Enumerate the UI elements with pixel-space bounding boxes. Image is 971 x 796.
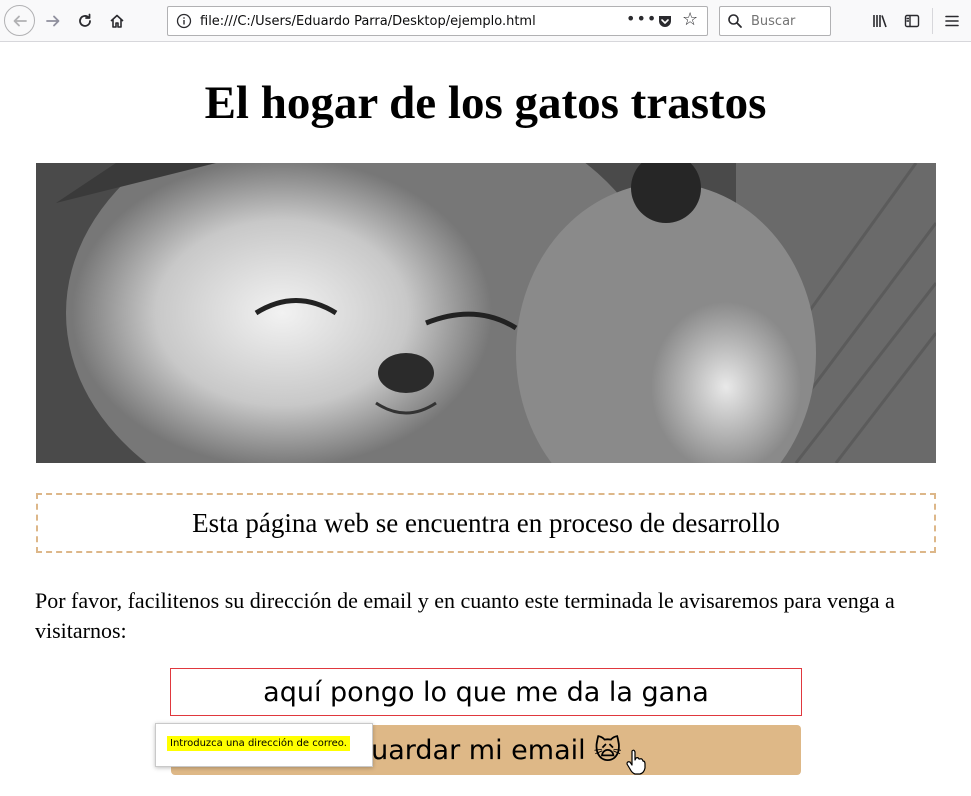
page-title: El hogar de los gatos trastos [204,77,767,129]
notice-text: Esta página web se encuentra en proceso … [192,507,780,538]
forward-button[interactable] [40,8,66,34]
sidebar-icon [904,14,920,28]
library-button[interactable] [867,8,893,34]
hand-pointer-cursor-icon [626,749,646,775]
library-icon [873,15,887,28]
pocket-icon[interactable] [657,13,673,29]
browser-toolbar: file:///C:/Users/Eduardo Parra/Desktop/e… [0,0,971,42]
url-text[interactable]: file:///C:/Users/Eduardo Parra/Desktop/e… [200,14,536,29]
sidebar-toggle-button[interactable] [899,8,925,34]
reload-icon [79,13,91,27]
search-icon [728,14,742,28]
home-icon [110,14,124,28]
toolbar-divider [932,8,933,34]
validation-tooltip: Introduzca una dirección de correo. [155,723,373,767]
arrow-right-icon [46,15,60,27]
intro-paragraph: Por favor, facilitenos su dirección de e… [35,588,895,643]
reload-button[interactable] [72,8,98,34]
save-email-label: Guardar mi email [350,734,586,766]
hamburger-menu-icon [945,15,959,27]
scared-cat-emoji-icon: 🙀 [593,734,622,766]
search-input[interactable]: Buscar [751,14,795,29]
cat-photo [36,163,936,463]
back-button[interactable] [4,5,35,36]
validation-message: Introduzca una dirección de correo. [167,736,350,751]
cat-hero-image [36,163,936,463]
info-icon[interactable] [176,13,192,29]
menu-button[interactable] [939,8,965,34]
search-bar[interactable]: Buscar [719,6,831,36]
page-actions-icon[interactable]: ••• [626,9,657,28]
development-notice: Esta página web se encuentra en proceso … [36,493,936,553]
arrow-left-icon [13,15,27,26]
bookmark-star-icon[interactable]: ☆ [682,10,698,30]
url-bar[interactable]: file:///C:/Users/Eduardo Parra/Desktop/e… [167,6,708,36]
email-input[interactable] [170,668,802,716]
home-button[interactable] [104,8,130,34]
